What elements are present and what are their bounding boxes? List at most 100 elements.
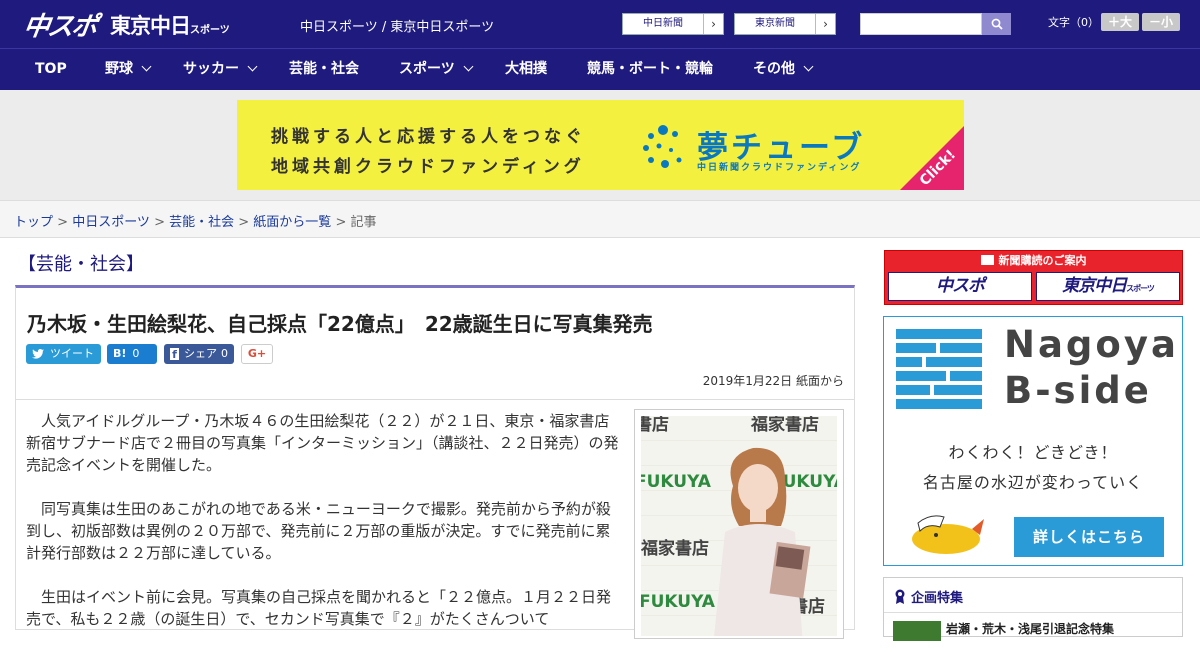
ext-link-label: 中日新聞 xyxy=(643,18,683,29)
breadcrumb-top[interactable]: トップ xyxy=(14,215,53,230)
article-photo[interactable]: 福家書店 福家書店 FUKUYA FUKUYA 福家書店 FUKUYA 書店 xyxy=(634,409,844,639)
breadcrumb-chunichi-sports[interactable]: 中日スポーツ xyxy=(72,215,150,230)
nagoya-bside-ad[interactable]: Nagoya B-side わくわく！どきどき！ 名古屋の水辺が変わっていく 詳… xyxy=(883,316,1183,566)
twitter-share-label: ツイート xyxy=(50,347,94,360)
photo-sign-text: FUKUYA xyxy=(641,472,711,492)
google-plus-share-button[interactable]: G+ xyxy=(241,344,273,364)
nav-label: 大相撲 xyxy=(505,61,547,77)
award-ribbon-icon xyxy=(895,589,905,604)
blue-blocks-logo-icon xyxy=(896,329,982,409)
text-size-up-button[interactable]: ＋大 xyxy=(1101,13,1139,31)
google-plus-icon: G+ xyxy=(247,347,267,360)
facebook-icon: f xyxy=(170,348,179,361)
article-date: 2019年1月22日 紙面から xyxy=(702,374,844,388)
text-size-down-button[interactable]: －小 xyxy=(1142,13,1180,31)
feature-divider xyxy=(884,612,1182,613)
category-heading: 【芸能・社会】 xyxy=(18,254,144,275)
nav-label: スポーツ xyxy=(399,61,455,77)
tokyo-logo-text: 東京中日 xyxy=(110,14,191,38)
hatena-bookmark-button[interactable]: B! 0 xyxy=(107,344,157,364)
chevron-down-icon xyxy=(247,61,258,72)
chevron-down-icon xyxy=(141,61,152,72)
breadcrumb-bar: トップ > 中日スポーツ > 芸能・社会 > 紙面から一覧 > 記事 xyxy=(0,200,1200,238)
feature-title-text: 企画特集 xyxy=(911,591,964,606)
tokyo-chunichi-sports-logo[interactable]: 東京中日スポーツ xyxy=(110,10,230,40)
subscribe-tokyo-chunichi-button[interactable]: 東京中日スポーツ xyxy=(1036,272,1180,301)
chunichi-shimbun-link[interactable]: 中日新聞 › xyxy=(622,13,724,35)
subscription-title: 新聞購読のご案内 xyxy=(885,252,1182,268)
article-paragraph: 生田はイベント前に会見。写真集の自己採点を聞かれると「２２億点。１月２２日発売で… xyxy=(26,588,612,628)
feature-thumbnail[interactable] xyxy=(893,621,941,641)
twitter-share-button[interactable]: ツイート xyxy=(26,344,101,364)
nav-label: サッカー xyxy=(183,61,239,77)
newspaper-icon xyxy=(980,255,994,265)
feature-title: 企画特集 xyxy=(894,587,963,606)
facebook-share-label: シェア xyxy=(184,347,217,360)
photo-sign-text: 福家書店 xyxy=(641,539,709,559)
photo-image: 福家書店 福家書店 FUKUYA FUKUYA 福家書店 FUKUYA 書店 xyxy=(641,416,837,636)
yume-tube-banner[interactable]: 挑戦する人と応援する人をつなぐ 地域共創クラウドファンディング 夢チューブ 中日… xyxy=(237,100,964,190)
breadcrumb: トップ > 中日スポーツ > 芸能・社会 > 紙面から一覧 > 記事 xyxy=(14,211,377,230)
breadcrumb-sep: > xyxy=(331,215,351,230)
article-paragraph: 人気アイドルグループ・乃木坂４６の生田絵梨花（２２）が２１日、東京・福家書店新宿… xyxy=(26,412,619,474)
search-input[interactable] xyxy=(860,13,982,35)
subscription-box: 新聞購読のご案内 中スポ 東京中日スポーツ xyxy=(884,250,1183,305)
nav-baseball[interactable]: 野球 xyxy=(105,49,152,91)
article-paragraph: 同写真集は生田のあこがれの地である米・ニューヨークで撮影。発売前から予約が殺到し… xyxy=(26,500,611,562)
top-header-bar: 中スポ 東京中日スポーツ 中日スポーツ / 東京中日スポーツ 中日新聞 › 東京… xyxy=(0,0,1200,48)
tokyo-shimbun-link[interactable]: 東京新聞 › xyxy=(734,13,836,35)
text-size-label: 文字（0） xyxy=(1048,16,1099,29)
nav-label: 野球 xyxy=(105,61,133,77)
hatena-count: 0 xyxy=(132,347,140,360)
breadcrumb-sep: > xyxy=(53,215,73,230)
nav-label: その他 xyxy=(753,61,795,77)
nav-label: 芸能・社会 xyxy=(289,61,359,77)
feature-box: 企画特集 岩瀬・荒木・浅尾引退記念特集 xyxy=(883,577,1183,641)
nav-sumo[interactable]: 大相撲 xyxy=(505,49,547,91)
article-divider xyxy=(16,399,854,400)
nav-soccer[interactable]: サッカー xyxy=(183,49,258,91)
bside-details-button[interactable]: 詳しくはこちら xyxy=(1014,517,1164,557)
nav-label: 競馬・ボート・競輪 xyxy=(587,61,713,77)
breadcrumb-current: 記事 xyxy=(350,215,377,230)
chevron-down-icon xyxy=(463,61,474,72)
nav-racing[interactable]: 競馬・ボート・競輪 xyxy=(587,49,713,91)
nav-sports[interactable]: スポーツ xyxy=(399,49,474,91)
bside-copy-line-2: 名古屋の水辺が変わっていく xyxy=(922,473,1144,492)
article-body: 人気アイドルグループ・乃木坂４６の生田絵梨花（２２）が２１日、東京・福家書店新宿… xyxy=(26,410,620,652)
tokyo-logo-small: スポーツ xyxy=(190,25,230,36)
facebook-share-button[interactable]: f シェア 0 xyxy=(164,344,234,364)
article-headline: 乃木坂・生田絵梨花、自己採点「22億点」 22歳誕生日に写真集発売 xyxy=(27,312,653,336)
ad-area: 挑戦する人と応援する人をつなぐ 地域共創クラウドファンディング 夢チューブ 中日… xyxy=(0,90,1200,200)
chevron-right-icon: › xyxy=(703,14,723,34)
subscribe-tokyo-logo: 東京中日 xyxy=(1062,276,1127,296)
breadcrumb-list[interactable]: 紙面から一覧 xyxy=(253,215,331,230)
photo-sign-text: 福家書店 xyxy=(751,416,819,435)
ebi-fry-mascot-icon xyxy=(912,515,984,554)
search-icon xyxy=(991,18,1003,30)
banner-line-1: 挑戦する人と応援する人をつなぐ xyxy=(271,127,586,147)
subscribe-chunichi-sports-button[interactable]: 中スポ xyxy=(888,272,1032,301)
twitter-bird-icon xyxy=(32,349,44,359)
search-button[interactable] xyxy=(982,13,1011,35)
nav-entertainment[interactable]: 芸能・社会 xyxy=(289,49,359,91)
subscription-title-text: 新聞購読のご案内 xyxy=(998,254,1087,267)
article: 乃木坂・生田絵梨花、自己採点「22億点」 22歳誕生日に写真集発売 ツイート B… xyxy=(15,285,855,639)
chunichi-sports-logo[interactable]: 中スポ xyxy=(21,6,98,43)
nav-top[interactable]: TOP xyxy=(35,49,67,91)
breadcrumb-entertainment[interactable]: 芸能・社会 xyxy=(169,215,234,230)
chevron-right-icon: › xyxy=(815,14,835,34)
nav-others[interactable]: その他 xyxy=(753,49,814,91)
facebook-count: 0 xyxy=(221,347,228,360)
bside-title-line-2: B-side xyxy=(1004,369,1152,412)
subscribe-tokyo-logo-small: スポーツ xyxy=(1126,284,1155,293)
breadcrumb-sep: > xyxy=(234,215,254,230)
photo-sign-text: 福家書店 xyxy=(641,416,669,435)
person-figure xyxy=(714,447,811,636)
nav-label: TOP xyxy=(35,61,67,77)
feature-item-link[interactable]: 岩瀬・荒木・浅尾引退記念特集 xyxy=(946,620,1114,637)
site-title: 中日スポーツ / 東京中日スポーツ xyxy=(300,20,495,35)
main-nav: TOP 野球 サッカー 芸能・社会 スポーツ 大相撲 競馬・ボート・競輪 その他 xyxy=(0,48,1200,90)
dots-logo-icon xyxy=(643,125,682,168)
hatena-label: B! xyxy=(113,347,127,360)
